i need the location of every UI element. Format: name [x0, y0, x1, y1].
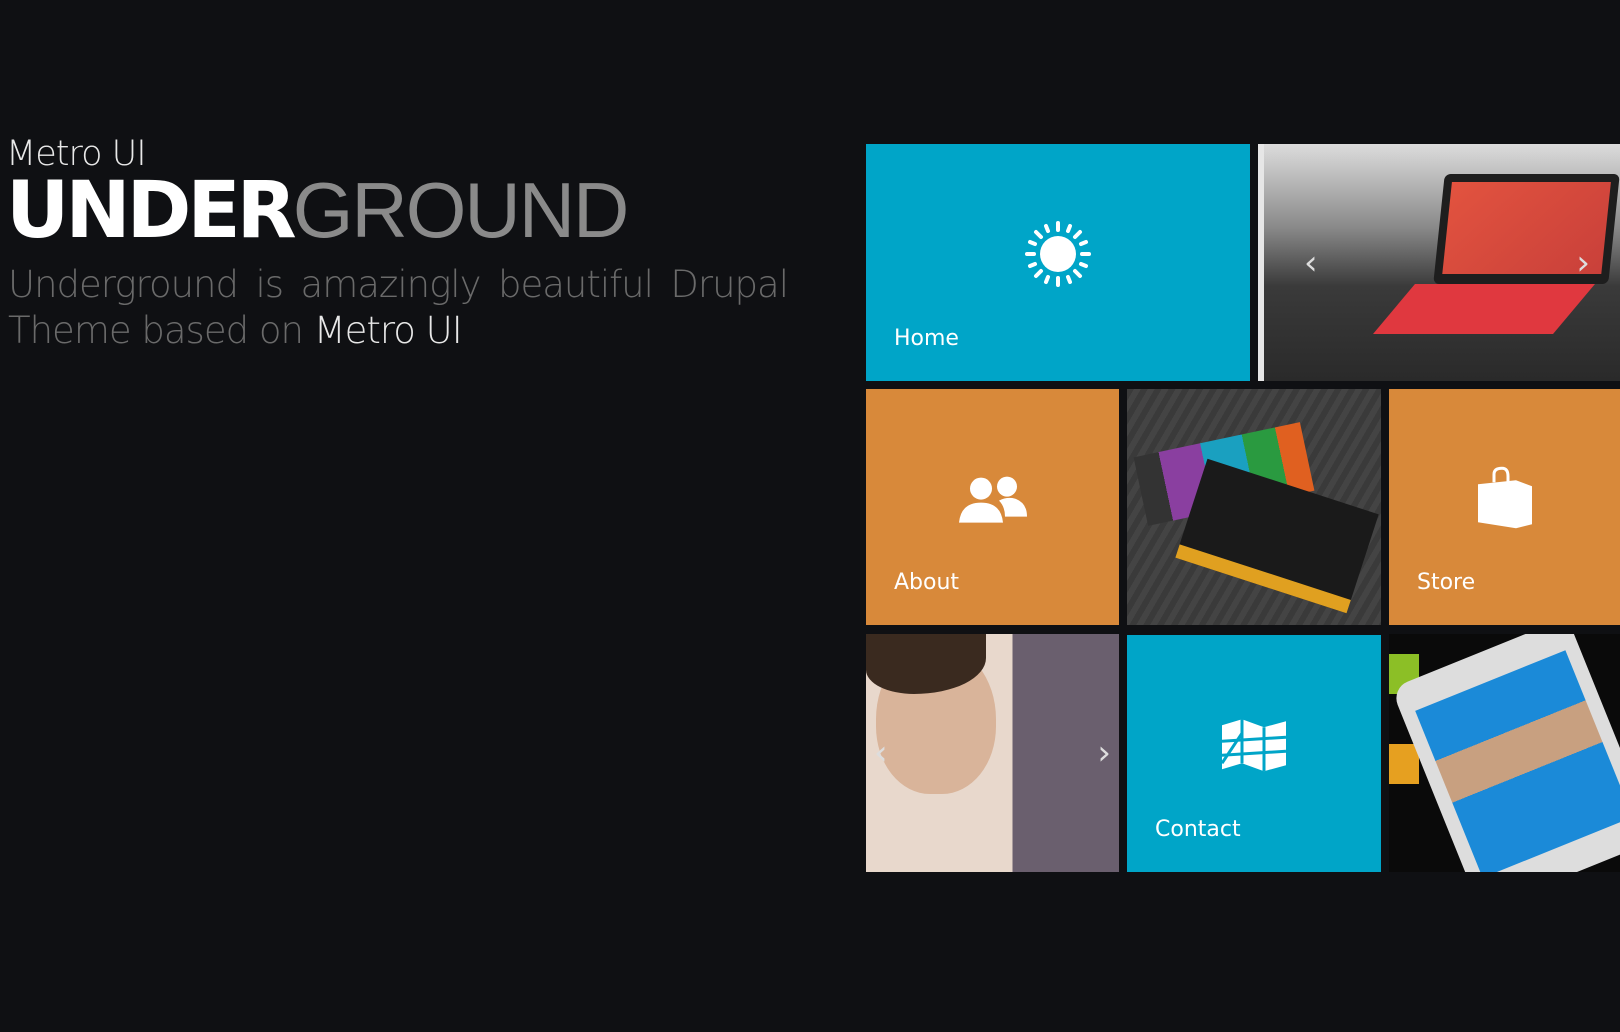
slider-next-arrow[interactable]: ›	[1097, 733, 1111, 773]
map-icon	[1220, 718, 1287, 777]
tile-label: About	[894, 570, 960, 595]
logo-title: UNDERGROUND	[6, 170, 629, 251]
logo-title-bold: UNDER	[6, 166, 297, 256]
keyboard-cover	[1373, 284, 1595, 334]
tile-about[interactable]: About	[866, 389, 1119, 625]
tile-label: Contact	[1155, 817, 1241, 842]
tablet-image	[1433, 174, 1620, 284]
tagline: Underground is amazingly beautiful Drupa…	[8, 262, 789, 354]
logo-title-light: GROUND	[292, 166, 630, 254]
slider-prev-arrow[interactable]: ‹	[874, 733, 888, 773]
phone-image[interactable]	[1389, 634, 1620, 872]
people-image-slider[interactable]: ‹ ›	[866, 634, 1119, 872]
business-cards-image[interactable]	[1127, 389, 1381, 625]
tile-contact[interactable]: Contact	[1127, 635, 1381, 872]
tile-home[interactable]: Home	[866, 144, 1250, 381]
users-icon	[958, 475, 1027, 529]
business-card	[1175, 458, 1379, 614]
tile-label: Home	[894, 326, 959, 351]
sun-icon	[1025, 220, 1091, 291]
slider-next-arrow[interactable]: ›	[1576, 243, 1590, 283]
tablet-image-slider[interactable]: ‹ ›	[1258, 144, 1620, 381]
phone-device	[1390, 634, 1620, 872]
tile-label: Store	[1417, 570, 1476, 595]
slider-prev-arrow[interactable]: ‹	[1304, 243, 1318, 283]
tagline-highlight: Metro UI	[313, 309, 463, 352]
tile-store[interactable]: Store	[1389, 389, 1620, 625]
shopping-bag-icon	[1476, 466, 1534, 534]
site-logo[interactable]: Metro UI UNDERGROUND	[6, 134, 629, 251]
